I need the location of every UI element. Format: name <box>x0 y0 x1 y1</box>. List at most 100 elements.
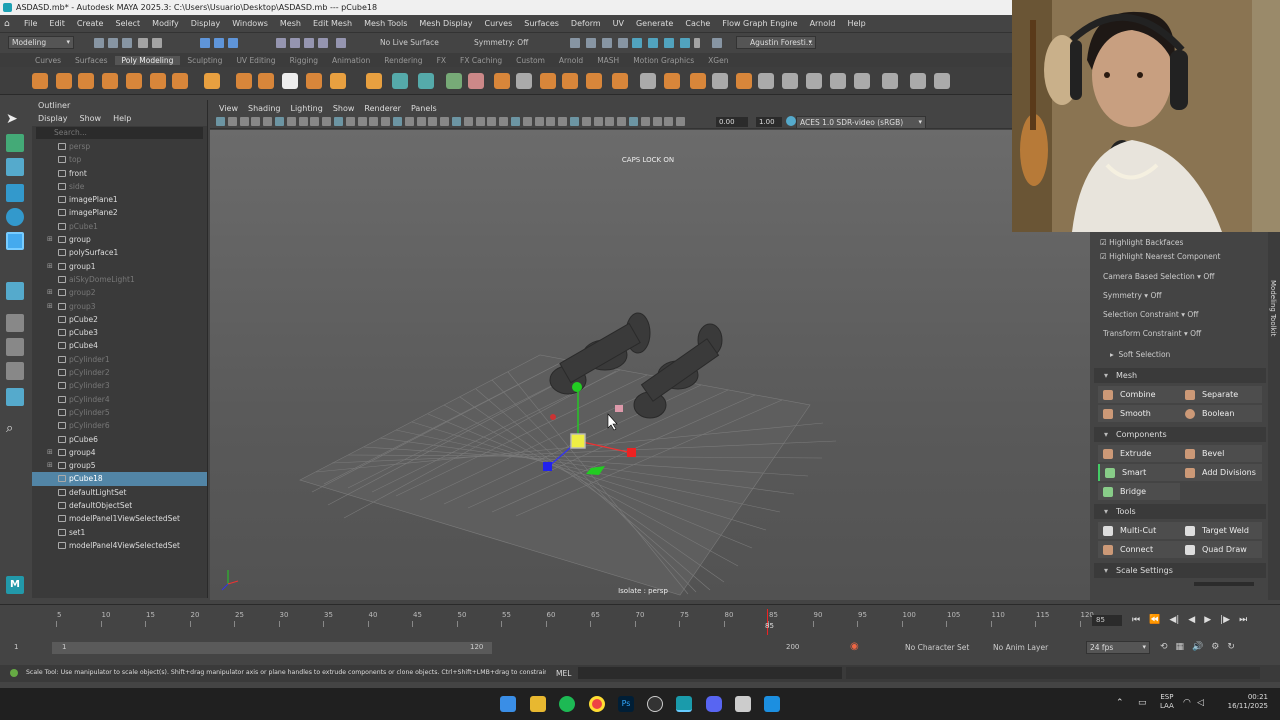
outliner-item[interactable]: front <box>32 167 207 180</box>
outliner-item[interactable]: imagePlane1 <box>32 193 207 206</box>
exposure-field[interactable]: 0.00 <box>716 117 748 127</box>
select-by-component-icon[interactable] <box>228 38 238 48</box>
range-bar[interactable] <box>52 642 492 654</box>
auto-key-icon[interactable]: ◉ <box>850 641 859 652</box>
viewport-tool-icon[interactable] <box>558 117 568 126</box>
four-view-layout-icon[interactable] <box>6 338 24 356</box>
menu-arnold[interactable]: Arnold <box>804 19 842 28</box>
viewport-tool-icon[interactable] <box>404 117 414 126</box>
outliner-item[interactable]: modelPanel1ViewSelectedSet <box>32 512 207 525</box>
expand-icon[interactable]: ⊞ <box>47 459 53 472</box>
combine-button[interactable]: Combine <box>1098 386 1180 403</box>
viewport-tool-icon[interactable] <box>605 117 615 126</box>
viewport-menu-shading[interactable]: Shading <box>243 102 286 115</box>
outliner-item[interactable]: ⊞ group2 <box>32 286 207 299</box>
helix-icon[interactable] <box>306 73 322 89</box>
expand-icon[interactable]: ⊞ <box>47 446 53 459</box>
rotate-tool-icon[interactable] <box>6 208 24 226</box>
target-weld-button[interactable]: Target Weld <box>1180 522 1262 539</box>
menu-mesh[interactable]: Mesh <box>274 19 307 28</box>
light-editor-icon[interactable] <box>680 38 690 48</box>
extrude-icon[interactable] <box>494 73 510 89</box>
expand-icon[interactable]: ⊞ <box>47 286 53 299</box>
clock[interactable]: 00:21 16/11/2025 <box>1224 693 1268 711</box>
snap-live-icon[interactable] <box>336 38 346 48</box>
outliner-menu-help[interactable]: Help <box>113 112 131 126</box>
step-back-key-icon[interactable]: ⏪ <box>1149 615 1160 625</box>
shelf-tab-mash[interactable]: MASH <box>590 56 626 65</box>
end-frame-field[interactable]: 200 <box>786 643 799 651</box>
viewport-tool-icon[interactable] <box>286 117 296 126</box>
viewport-tool-icon[interactable] <box>487 117 497 126</box>
outliner-item[interactable]: pCylinder6 <box>32 419 207 432</box>
toggle-icon[interactable] <box>712 38 722 48</box>
home-icon[interactable]: ⌂ <box>4 19 14 29</box>
outliner-item[interactable]: polySurface1 <box>32 246 207 259</box>
viewport-tool-icon[interactable] <box>511 117 520 126</box>
shelf-tab-uv-editing[interactable]: UV Editing <box>229 56 282 65</box>
viewport-tool-icon[interactable] <box>310 117 320 126</box>
network-icon[interactable]: ▭ <box>1138 698 1147 708</box>
extrude-button[interactable]: Extrude <box>1098 445 1180 462</box>
viewport-tool-icon[interactable] <box>664 117 674 126</box>
outliner-menu-display[interactable]: Display <box>38 112 68 126</box>
toolkit-scrollbar[interactable] <box>1194 582 1254 586</box>
viewport-tool-icon[interactable] <box>463 117 473 126</box>
menu-edit[interactable]: Edit <box>43 19 71 28</box>
mel-script-icon[interactable]: M <box>6 576 24 594</box>
windows-start-icon[interactable] <box>500 696 516 712</box>
chamfer-icon[interactable] <box>910 73 926 89</box>
shelf-tab-curves[interactable]: Curves <box>28 56 68 65</box>
multicut-icon[interactable] <box>562 73 578 89</box>
viewport-menu-show[interactable]: Show <box>328 102 360 115</box>
outliner-item[interactable]: set1 <box>32 526 207 539</box>
menu-create[interactable]: Create <box>71 19 110 28</box>
search-icon[interactable]: ⌕ <box>6 420 24 438</box>
lasso-tool-icon[interactable] <box>6 134 24 152</box>
store-icon[interactable] <box>735 696 751 712</box>
outliner-item[interactable]: pCube2 <box>32 313 207 326</box>
viewport-tool-icon[interactable] <box>522 117 532 126</box>
preferences-icon[interactable]: ⚙ <box>1211 642 1219 652</box>
snap-curve-icon[interactable] <box>290 38 300 48</box>
outliner-item[interactable]: pCube6 <box>32 433 207 446</box>
fps-dropdown[interactable]: 24 fps <box>1086 641 1150 654</box>
outliner-item[interactable]: imagePlane2 <box>32 206 207 219</box>
bevel-icon[interactable] <box>540 73 556 89</box>
shelf-tab-rendering[interactable]: Rendering <box>377 56 429 65</box>
snap-point-icon[interactable] <box>304 38 314 48</box>
select-by-hierarchy-icon[interactable] <box>200 38 210 48</box>
play-backward-icon[interactable]: ◀ <box>1188 615 1195 625</box>
menu-generate[interactable]: Generate <box>630 19 679 28</box>
viewport-tool-icon[interactable] <box>275 117 284 126</box>
outliner-item[interactable]: modelPanel4ViewSelectedSet <box>32 539 207 552</box>
viewport-tool-icon[interactable] <box>381 117 391 126</box>
ipr-render-icon[interactable] <box>602 38 612 48</box>
shelf-tab-surfaces[interactable]: Surfaces <box>68 56 114 65</box>
viewport-tool-icon[interactable] <box>227 117 237 126</box>
outliner-item[interactable]: top <box>32 153 207 166</box>
viewport-menu-lighting[interactable]: Lighting <box>285 102 327 115</box>
color-space-dropdown[interactable]: ACES 1.0 SDR-video (sRGB) <box>796 116 926 129</box>
character-set-dropdown[interactable]: No Character Set <box>905 643 969 652</box>
viewport-tool-icon[interactable] <box>239 117 249 126</box>
last-tool-icon[interactable] <box>6 282 24 300</box>
camera-based-selection[interactable]: Camera Based Selection ▾ Off <box>1103 272 1214 281</box>
combine-icon[interactable] <box>392 73 408 89</box>
viewport-tool-icon[interactable] <box>345 117 355 126</box>
snap-grid-icon[interactable] <box>276 38 286 48</box>
outliner-item[interactable]: pCylinder5 <box>32 406 207 419</box>
merge-icon[interactable] <box>712 73 728 89</box>
plane-icon[interactable] <box>150 73 166 89</box>
insert-loop-icon[interactable] <box>782 73 798 89</box>
outliner-item[interactable]: ⊞ group5 <box>32 459 207 472</box>
separate-icon[interactable] <box>418 73 434 89</box>
viewport-tool-icon[interactable] <box>298 117 308 126</box>
viewport-tool-icon[interactable] <box>393 117 402 126</box>
shelf-tab-fx-caching[interactable]: FX Caching <box>453 56 509 65</box>
redo-icon[interactable] <box>152 38 162 48</box>
select-tool-icon[interactable]: ➤ <box>6 110 24 128</box>
menu-edit-mesh[interactable]: Edit Mesh <box>307 19 358 28</box>
gamma-field[interactable]: 1.00 <box>756 117 782 127</box>
menu-windows[interactable]: Windows <box>226 19 274 28</box>
